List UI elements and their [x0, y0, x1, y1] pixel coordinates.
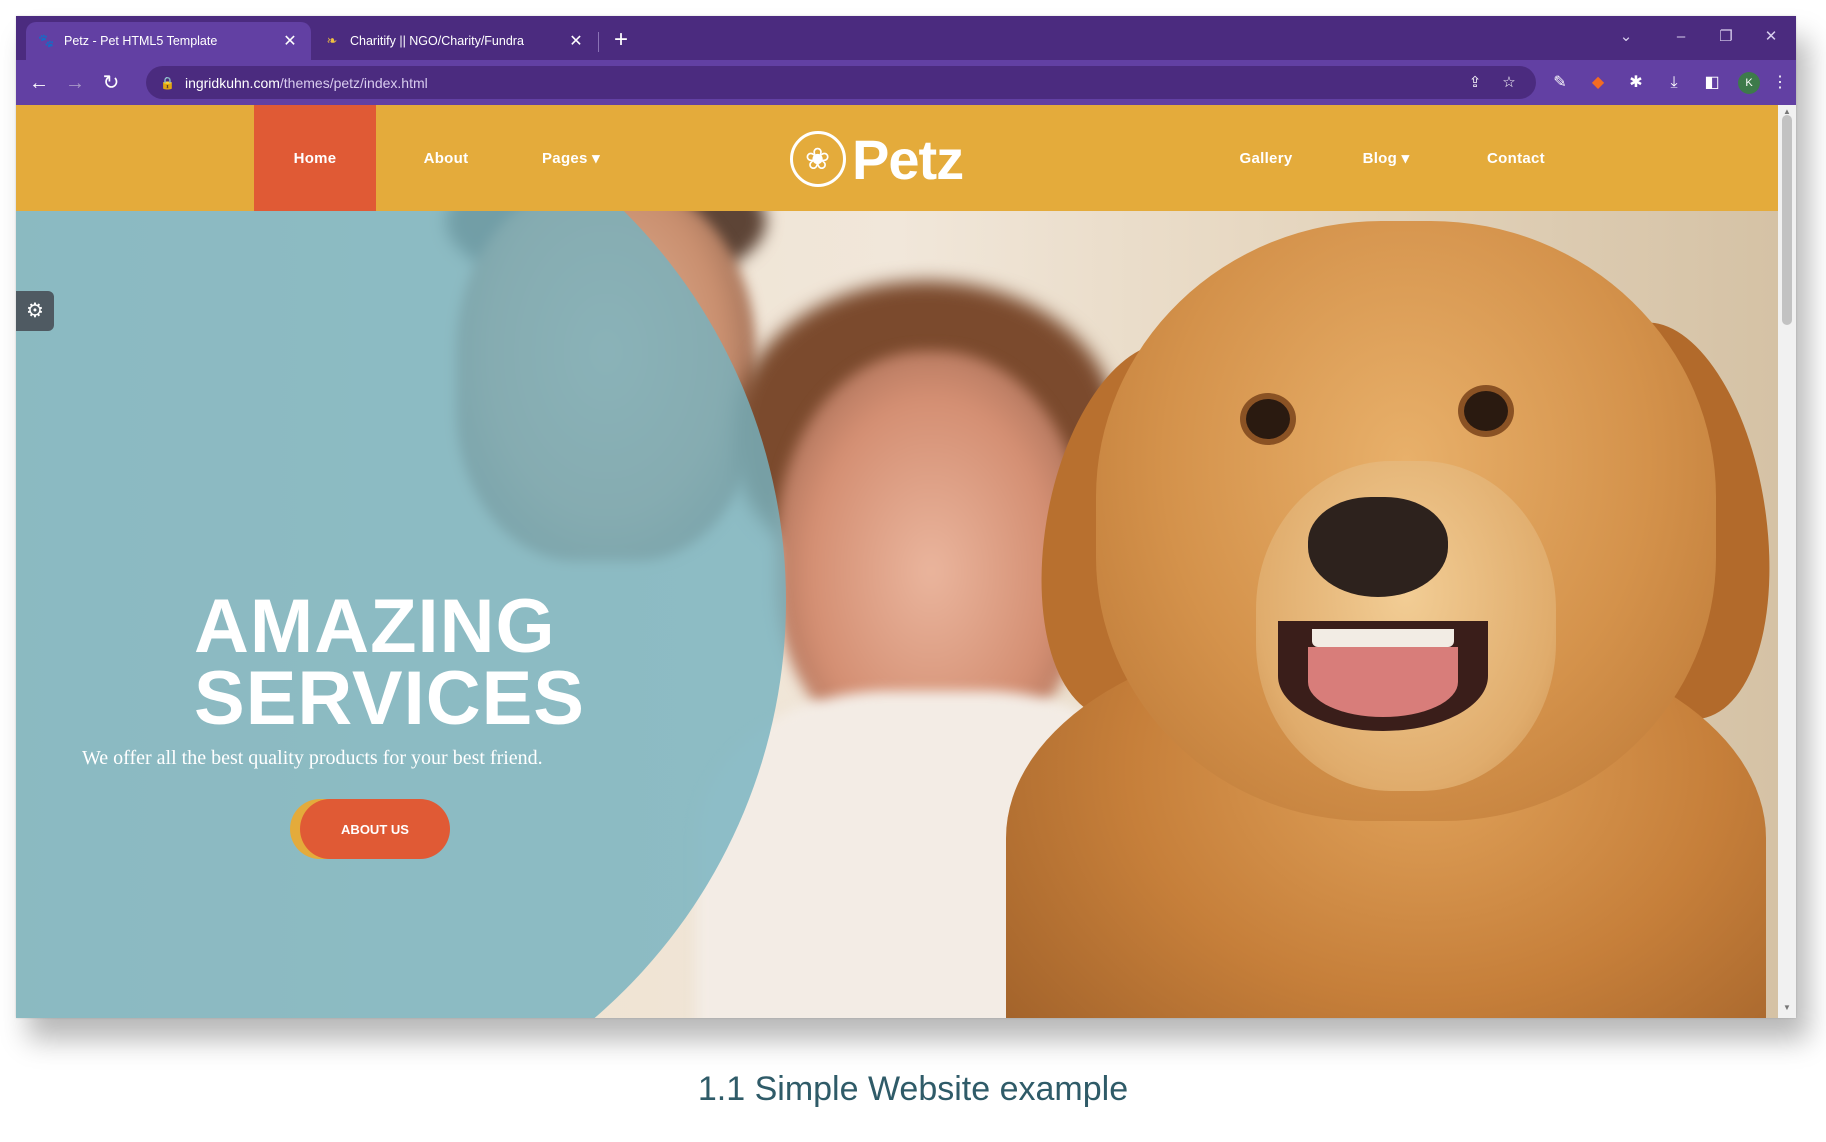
nav-gallery[interactable]: Gallery	[1211, 105, 1321, 211]
tab-title: Charitify || NGO/Charity/Fundra	[350, 34, 524, 48]
about-us-button[interactable]: ABOUT US	[300, 799, 450, 859]
settings-gear-icon[interactable]: ⚙	[16, 291, 54, 331]
site-logo[interactable]: ❀ Petz	[790, 119, 964, 199]
logo-paw-badge-icon: ❀	[790, 131, 846, 187]
scrollbar-thumb[interactable]	[1782, 115, 1792, 325]
tab-divider	[598, 32, 599, 52]
reload-icon[interactable]: ↻	[96, 68, 126, 98]
close-window-icon[interactable]: ✕	[1751, 22, 1791, 52]
hero-title-line2: SERVICES	[194, 656, 585, 741]
scroll-down-icon[interactable]: ▼	[1781, 1003, 1793, 1012]
paw-icon: 🐾	[38, 33, 55, 48]
tab-charitify[interactable]: ❧ Charitify || NGO/Charity/Fundra ✕	[312, 22, 597, 60]
forward-icon[interactable]: →	[60, 68, 90, 98]
tab-petz[interactable]: 🐾 Petz - Pet HTML5 Template ✕	[26, 22, 311, 60]
nav-home[interactable]: Home	[254, 105, 376, 211]
tab-title: Petz - Pet HTML5 Template	[64, 34, 218, 48]
figure-caption: 1.1 Simple Website example	[697, 1070, 1129, 1108]
minimize-icon[interactable]: –	[1661, 22, 1701, 52]
bookmark-star-icon[interactable]: ☆	[1498, 72, 1520, 94]
dog-tongue	[1308, 647, 1458, 717]
download-icon[interactable]: ⤓	[1662, 72, 1686, 94]
hero-title-line1: AMAZING	[194, 584, 556, 669]
hero-subtitle: We offer all the best quality products f…	[82, 747, 543, 769]
hero-banner: ⚙ AMAZING SERVICES We offer all the best…	[16, 211, 1778, 1018]
dog-eye-right	[1464, 391, 1508, 431]
close-tab-icon[interactable]: ✕	[281, 31, 299, 51]
nav-blog[interactable]: Blog ▾	[1336, 105, 1436, 211]
browser-toolbar: ← → ↻ 🔒 ingridkuhn.com/themes/petz/index…	[16, 60, 1796, 105]
address-bar[interactable]: 🔒 ingridkuhn.com/themes/petz/index.html …	[146, 66, 1536, 99]
url-text: ingridkuhn.com/themes/petz/index.html	[184, 74, 428, 91]
puzzle-extensions-icon[interactable]: ✱	[1624, 72, 1648, 94]
side-panel-icon[interactable]: ◧	[1700, 72, 1724, 94]
restore-icon[interactable]: ❐	[1706, 22, 1746, 52]
browser-window: 🐾 Petz - Pet HTML5 Template ✕ ❧ Charitif…	[16, 16, 1796, 1018]
tab-search-icon[interactable]: ⌄	[1606, 22, 1646, 52]
brave-extension-icon[interactable]: ◆	[1586, 72, 1610, 94]
dog-teeth	[1312, 629, 1454, 647]
nav-about[interactable]: About	[396, 105, 496, 211]
leaf-icon: ❧	[326, 33, 338, 48]
logo-text: Petz	[852, 127, 964, 191]
page-scrollbar[interactable]: ▲ ▼	[1778, 105, 1796, 1018]
tab-strip: 🐾 Petz - Pet HTML5 Template ✕ ❧ Charitif…	[16, 16, 1796, 60]
hero-title: AMAZING SERVICES	[194, 584, 585, 741]
dog-eye-left	[1246, 399, 1290, 439]
close-tab-icon[interactable]: ✕	[567, 31, 585, 51]
page-viewport: ⚙ AMAZING SERVICES We offer all the best…	[16, 105, 1778, 1018]
dog-nose	[1308, 497, 1448, 597]
nav-contact[interactable]: Contact	[1456, 105, 1576, 211]
nav-pages[interactable]: Pages ▾	[516, 105, 626, 211]
new-tab-button[interactable]: +	[606, 26, 636, 56]
lock-icon: 🔒	[160, 75, 175, 90]
eyedropper-extension-icon[interactable]: ✎	[1548, 72, 1572, 94]
share-icon[interactable]: ⇪	[1464, 72, 1486, 94]
profile-avatar[interactable]: K	[1738, 72, 1760, 94]
site-header: Home About Pages ▾ ❀ Petz Gallery Blog ▾…	[16, 105, 1778, 211]
back-icon[interactable]: ←	[24, 68, 54, 98]
menu-dots-icon[interactable]: ⋮	[1768, 72, 1792, 94]
